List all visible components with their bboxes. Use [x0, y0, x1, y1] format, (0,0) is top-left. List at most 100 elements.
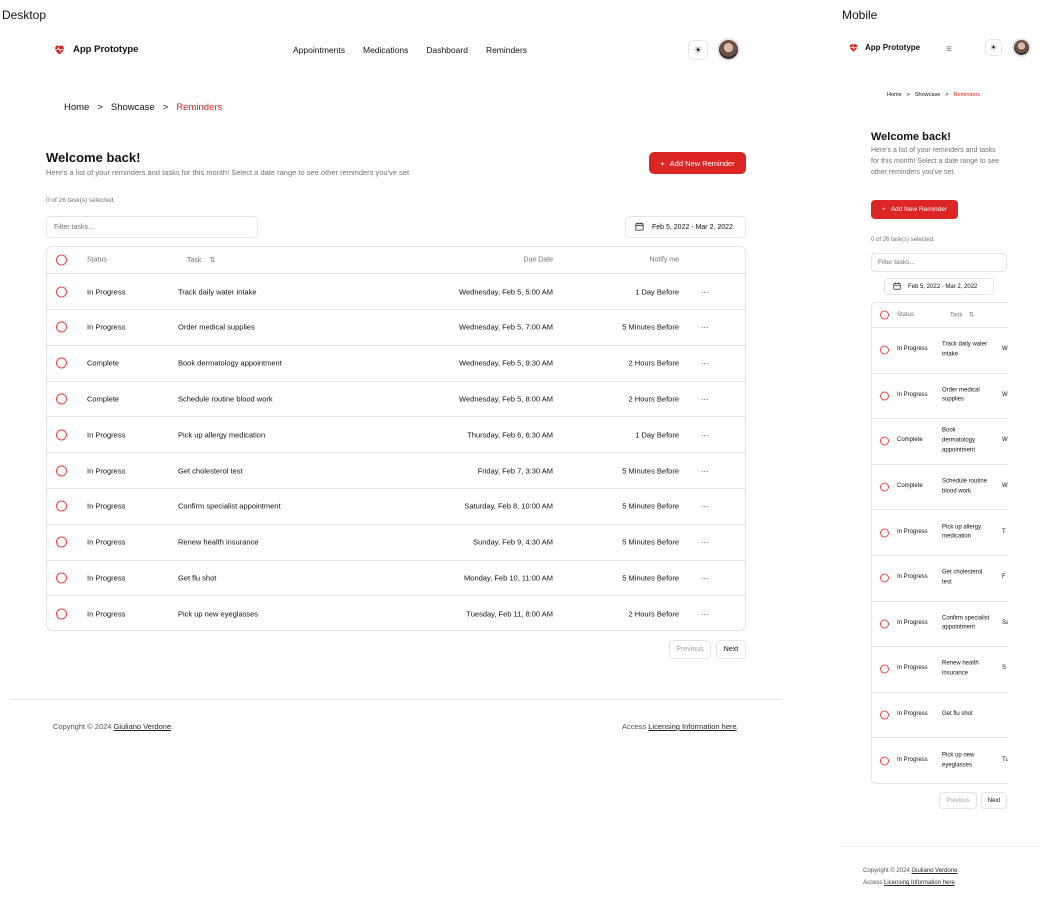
add-reminder-button[interactable]: + Add New Reminder — [649, 152, 746, 174]
table-row[interactable]: Complete Schedule routine blood work Wedne… — [47, 381, 745, 418]
more-horizontal-icon[interactable]: ··· — [701, 394, 709, 403]
row-checkbox[interactable] — [56, 393, 67, 405]
column-task[interactable]: Task ⇅ — [950, 312, 974, 319]
row-checkbox[interactable] — [56, 321, 67, 333]
table-row[interactable]: Complete Book dermatology appointment W — [872, 419, 1008, 465]
more-horizontal-icon[interactable]: ··· — [701, 573, 709, 582]
table-row[interactable]: In Progress Pick up new eyeglasses Tuesday… — [47, 596, 745, 632]
row-checkbox[interactable] — [880, 573, 889, 583]
row-status: Complete — [897, 437, 923, 444]
column-due-date[interactable]: Due Date — [523, 257, 553, 264]
row-checkbox[interactable] — [880, 482, 889, 492]
mobile-next-button[interactable]: Next — [981, 792, 1007, 809]
more-horizontal-icon[interactable]: ··· — [701, 610, 709, 619]
more-horizontal-icon[interactable]: ··· — [701, 287, 709, 296]
table-row[interactable]: In Progress Renew health insurance Sunday,… — [47, 525, 745, 561]
row-due-date: F — [1002, 574, 1006, 581]
row-notify: 5 Minutes Before — [622, 501, 679, 511]
table-row[interactable]: In Progress Order medical supplies Wednesd… — [47, 310, 745, 346]
column-status[interactable]: Status — [87, 257, 107, 264]
breadcrumb-home[interactable]: Home — [887, 92, 902, 98]
row-checkbox[interactable] — [56, 608, 67, 620]
row-checkbox[interactable] — [880, 345, 889, 355]
mobile-app-logo[interactable]: App Prototype — [848, 42, 920, 53]
column-task-label: Task — [950, 312, 963, 319]
column-task[interactable]: Task ⇅ — [187, 256, 215, 264]
column-status[interactable]: Status — [897, 312, 914, 318]
row-task: Renew health insurance — [178, 537, 259, 547]
menu-icon[interactable]: ≡ — [946, 44, 952, 55]
filter-input[interactable]: Filter tasks... — [46, 216, 258, 238]
row-checkbox[interactable] — [56, 357, 67, 369]
row-checkbox[interactable] — [880, 756, 889, 766]
select-all-checkbox[interactable] — [56, 254, 67, 266]
row-checkbox[interactable] — [56, 500, 67, 512]
mobile-date-range-picker[interactable]: Feb 5, 2022 - Mar 2, 2022 — [884, 278, 994, 295]
row-checkbox[interactable] — [880, 619, 889, 629]
licensing-link[interactable]: Licensing Information here — [648, 722, 736, 731]
more-horizontal-icon[interactable]: ··· — [701, 323, 709, 332]
table-row[interactable]: Complete Book dermatology appointment Wedn… — [47, 346, 745, 382]
row-checkbox[interactable] — [56, 286, 67, 297]
more-horizontal-icon[interactable]: ··· — [701, 359, 709, 368]
row-task: Order medical supplies — [942, 387, 980, 403]
row-checkbox[interactable] — [880, 664, 889, 674]
row-checkbox[interactable] — [880, 528, 889, 538]
nav-reminders[interactable]: Reminders — [486, 45, 527, 55]
breadcrumb-home[interactable]: Home — [64, 102, 89, 113]
more-horizontal-icon[interactable]: ··· — [701, 430, 709, 439]
more-horizontal-icon[interactable]: ··· — [701, 538, 709, 547]
app-logo[interactable]: App Prototype — [53, 43, 138, 56]
author-link[interactable]: Giuliano Verdone — [911, 868, 957, 874]
row-checkbox[interactable] — [880, 436, 889, 446]
row-due-date: W — [1002, 346, 1008, 353]
table-row[interactable]: In Progress Get cholesterol test F — [872, 556, 1008, 602]
table-row[interactable]: In Progress Pick up new eyeglasses Tu — [872, 738, 1008, 783]
nav-medications[interactable]: Medications — [363, 45, 408, 55]
table-row[interactable]: In Progress Get flu shot — [872, 693, 1008, 739]
more-horizontal-icon[interactable]: ··· — [701, 502, 709, 511]
nav-appointments[interactable]: Appointments — [293, 45, 345, 55]
mobile-theme-toggle-button[interactable]: ☀ — [985, 39, 1002, 56]
row-checkbox[interactable] — [56, 536, 67, 548]
previous-button[interactable]: Previous — [669, 640, 711, 659]
breadcrumb-showcase[interactable]: Showcase — [111, 102, 155, 113]
table-row[interactable]: In Progress Track daily water intake Wedne… — [47, 274, 745, 310]
table-row[interactable]: In Progress Confirm specialist appointmen… — [47, 489, 745, 525]
nav-dashboard[interactable]: Dashboard — [426, 45, 468, 55]
row-checkbox[interactable] — [56, 465, 67, 476]
mobile-previous-button[interactable]: Previous — [939, 792, 977, 809]
column-notify[interactable]: Notify me — [649, 257, 679, 264]
sort-arrows-icon[interactable]: ⇅ — [969, 313, 974, 319]
table-row[interactable]: In Progress Track daily water intake W — [872, 328, 1008, 374]
table-row[interactable]: Complete Schedule routine blood work W — [872, 465, 1008, 511]
table-row[interactable]: In Progress Get cholesterol test Friday, F… — [47, 453, 745, 489]
sort-arrows-icon[interactable]: ⇅ — [209, 257, 215, 264]
mobile-avatar[interactable] — [1012, 38, 1031, 57]
next-button[interactable]: Next — [716, 640, 746, 659]
licensing-link[interactable]: Licensing Information here — [884, 880, 955, 886]
table-row[interactable]: In Progress Order medical supplies W — [872, 374, 1008, 420]
mobile-filter-input[interactable]: Filter tasks... — [871, 253, 1007, 272]
table-row[interactable]: In Progress Pick up allergy medication T — [872, 510, 1008, 556]
row-task: Get cholesterol test — [178, 466, 243, 475]
table-row[interactable]: In Progress Get flu shot Monday, Feb 10, 1… — [47, 560, 745, 597]
row-status: In Progress — [897, 620, 928, 627]
author-link[interactable]: Giuliano Verdone — [114, 722, 172, 731]
date-range-picker[interactable]: Feb 5, 2022 - Mar 2, 2022 — [625, 216, 746, 238]
row-due-date: W — [1002, 437, 1008, 444]
row-checkbox[interactable] — [880, 710, 889, 720]
breadcrumb-showcase[interactable]: Showcase — [915, 92, 940, 98]
table-row[interactable]: In Progress Pick up allergy medication Thu… — [47, 417, 745, 454]
select-all-checkbox[interactable] — [880, 310, 889, 320]
more-horizontal-icon[interactable]: ··· — [701, 466, 709, 475]
theme-toggle-button[interactable]: ☀ — [688, 40, 708, 60]
avatar[interactable] — [717, 38, 740, 61]
table-row[interactable]: In Progress Renew health insurance S — [872, 647, 1008, 693]
row-checkbox[interactable] — [56, 429, 67, 441]
selection-count: 0 of 26 task(s) selected. — [46, 197, 116, 204]
row-checkbox[interactable] — [880, 391, 889, 401]
mobile-add-reminder-button[interactable]: + Add New Reminder — [871, 200, 958, 219]
table-row[interactable]: In Progress Confirm specialist appointmen… — [872, 602, 1008, 648]
row-checkbox[interactable] — [56, 572, 67, 584]
